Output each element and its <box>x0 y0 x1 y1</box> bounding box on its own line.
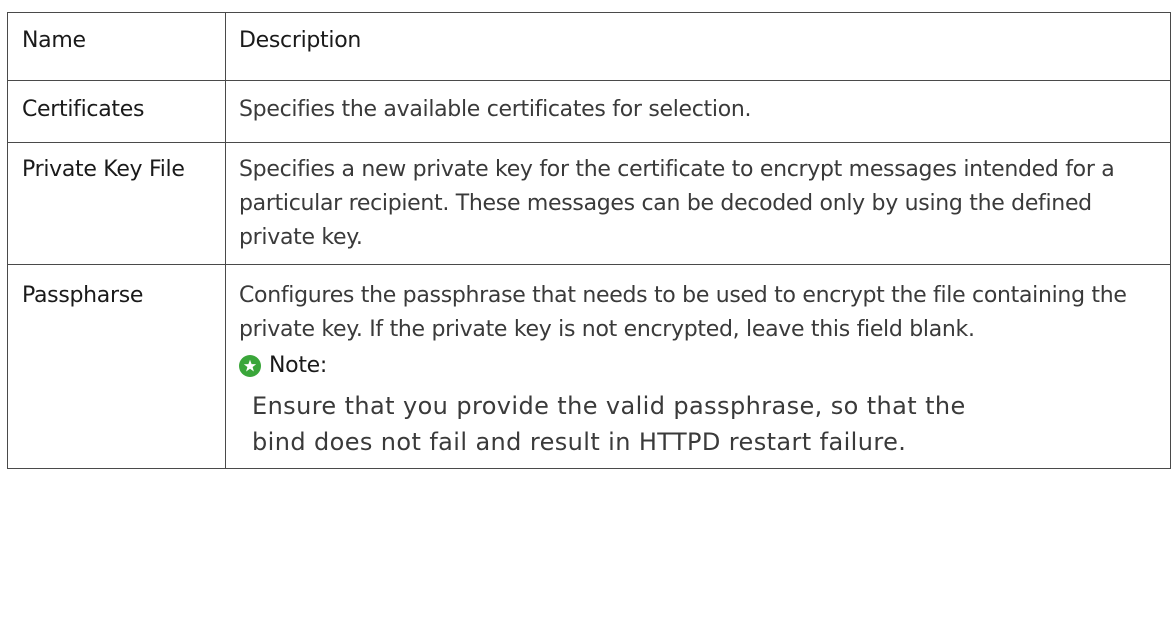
header-description: Description <box>225 12 1171 81</box>
passphrase-description-text: Configures the passphrase that needs to … <box>239 283 1127 342</box>
table-header-row: Name Description <box>7 12 1171 81</box>
table-row: Private Key File Specifies a new private… <box>7 142 1171 265</box>
note-label: Note: <box>269 353 327 378</box>
row-description-certificates: Specifies the available certificates for… <box>225 80 1171 143</box>
row-name-private-key-file: Private Key File <box>7 142 226 265</box>
row-description-private-key-file: Specifies a new private key for the cert… <box>225 142 1171 265</box>
row-description-passphrase: Configures the passphrase that needs to … <box>225 264 1171 469</box>
header-name: Name <box>7 12 226 81</box>
row-name-certificates: Certificates <box>7 80 226 143</box>
note-text: Ensure that you provide the valid passph… <box>252 392 966 456</box>
row-name-passphrase: Passpharse <box>7 264 226 469</box>
table-row: Certificates Specifies the available cer… <box>7 80 1171 143</box>
parameters-table: Name Description Certificates Specifies … <box>7 12 1171 469</box>
note-star-icon <box>239 355 261 377</box>
table-row: Passpharse Configures the passphrase tha… <box>7 264 1171 469</box>
note-heading: Note: <box>239 349 1154 383</box>
